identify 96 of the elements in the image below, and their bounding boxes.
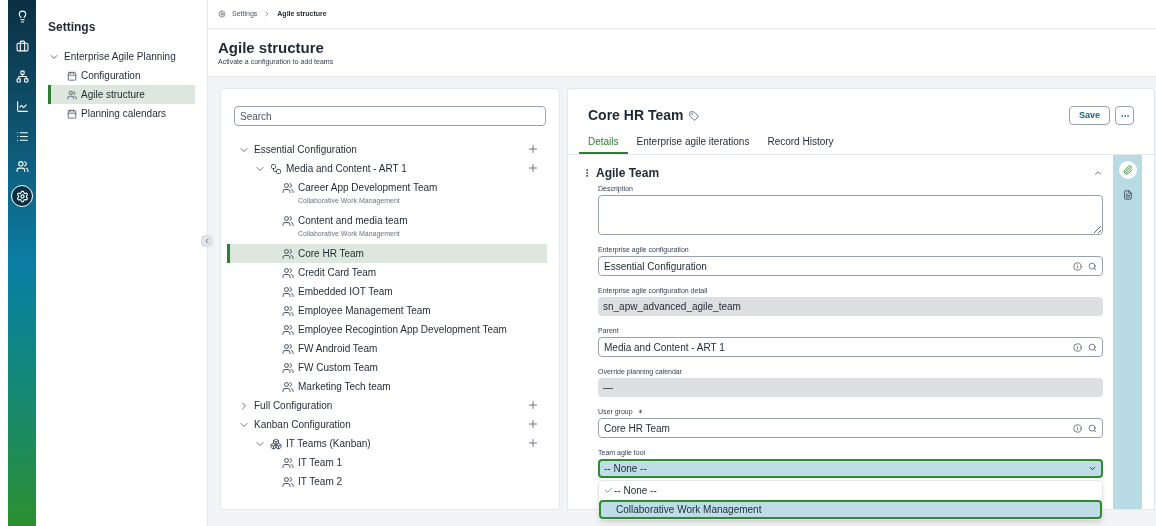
people-icon: [282, 343, 294, 355]
people-icon: [282, 362, 294, 374]
lookup-field[interactable]: Media and Content - ART 1: [598, 337, 1103, 357]
calendar-icon: [67, 108, 77, 119]
tree-row[interactable]: Full Configuration: [227, 396, 547, 415]
save-button[interactable]: Save: [1068, 106, 1110, 125]
sidebar-item[interactable]: Planning calendars: [48, 104, 195, 123]
tree-row[interactable]: Kanban Configuration: [227, 415, 547, 434]
add-icon[interactable]: [527, 162, 539, 174]
people-icon: [282, 305, 294, 317]
tree-label: Embedded IOT Team: [298, 285, 394, 298]
people-icon: [282, 182, 294, 194]
tree-label: IT Team 1: [298, 456, 344, 469]
tree-label: Full Configuration: [254, 399, 334, 412]
info-icon[interactable]: [1073, 423, 1082, 433]
dropdown-option[interactable]: -- None --: [599, 481, 1102, 500]
people-icon: [282, 476, 294, 488]
chevron-up-icon[interactable]: [1093, 168, 1103, 178]
tree-row[interactable]: Embedded IOT Team: [227, 282, 547, 301]
tree-row[interactable]: IT Teams (Kanban): [227, 434, 547, 453]
people-icon: [282, 248, 294, 260]
people-icon: [282, 215, 294, 227]
cube-icon: [270, 438, 282, 450]
people-icon: [282, 381, 294, 393]
tree-label: Content and media team: [298, 214, 409, 227]
field-value: Core HR Team: [604, 421, 671, 436]
tree-row[interactable]: FW Android Team: [227, 339, 547, 358]
tree-label: FW Android Team: [298, 342, 379, 355]
tree-row[interactable]: Core HR Team: [227, 244, 547, 263]
sidebar-item[interactable]: Agile structure: [48, 85, 195, 104]
section-title: Agile Team: [596, 165, 661, 182]
tree-label: FW Custom Team: [298, 361, 379, 374]
people-icon: [282, 324, 294, 336]
more-button[interactable]: [1115, 106, 1134, 125]
tree-label: Core HR Team: [298, 247, 365, 260]
lookup-field[interactable]: Essential Configuration: [598, 256, 1103, 276]
add-icon[interactable]: [527, 399, 539, 411]
people-icon: [282, 457, 294, 469]
info-icon[interactable]: [1073, 261, 1082, 271]
hierarchy-icon: [270, 163, 282, 175]
people-icon: [67, 89, 77, 100]
add-icon[interactable]: [527, 437, 539, 449]
tab[interactable]: Details: [579, 134, 628, 154]
field-value: -- None --: [604, 462, 648, 476]
search-field[interactable]: Search: [234, 106, 546, 126]
tree-label: Career App Development Team: [298, 181, 439, 194]
tree-row[interactable]: Marketing Tech team: [227, 377, 547, 396]
dropdown-option[interactable]: Collaborative Work Management: [599, 500, 1102, 519]
check-icon: [604, 486, 613, 495]
field-value: Media and Content - ART 1: [604, 340, 726, 355]
page-title: Agile structure: [218, 39, 325, 57]
add-icon[interactable]: [527, 143, 539, 155]
tree-row[interactable]: IT Team 1: [227, 453, 547, 472]
tag-icon[interactable]: [689, 110, 700, 121]
tree-label: Kanban Configuration: [254, 418, 352, 431]
paperclip-icon[interactable]: [1118, 161, 1137, 179]
tree-label: Marketing Tech team: [298, 380, 392, 393]
tree-label: Employee Recogintion App Development Team: [298, 323, 508, 336]
tab[interactable]: Record History: [758, 134, 843, 154]
settings-icon[interactable]: [11, 185, 33, 207]
description-field[interactable]: [598, 195, 1103, 235]
lookup-field[interactable]: Core HR Team: [598, 418, 1103, 438]
field-value: sn_apw_advanced_agile_team: [603, 300, 741, 314]
tree-row[interactable]: FW Custom Team: [227, 358, 547, 377]
people-icon: [282, 286, 294, 298]
tree-row[interactable]: Credit Card Team: [227, 263, 547, 282]
sidebar-group[interactable]: Enterprise Agile Planning: [64, 49, 176, 64]
settings-icon: [218, 10, 226, 18]
search-icon[interactable]: [1088, 342, 1097, 352]
field-value: —: [603, 381, 613, 395]
tree-row[interactable]: Media and Content - ART 1: [227, 159, 547, 178]
tree-label: IT Teams (Kanban): [286, 437, 372, 450]
select-field[interactable]: -- None --: [598, 459, 1103, 478]
tree-label: Employee Management Team: [298, 304, 432, 317]
search-icon[interactable]: [1088, 261, 1097, 271]
tree-row[interactable]: IT Team 2: [227, 472, 547, 491]
calendar-icon: [67, 70, 77, 81]
add-icon[interactable]: [527, 418, 539, 430]
info-icon[interactable]: [1073, 342, 1082, 352]
tree-row[interactable]: Employee Recogintion App Development Team: [227, 320, 547, 339]
tree-row[interactable]: Employee Management Team: [227, 301, 547, 320]
search-icon[interactable]: [1088, 423, 1097, 433]
record-title: Core HR Team: [588, 106, 684, 125]
field-value: Essential Configuration: [604, 259, 708, 274]
tree-label: Media and Content - ART 1: [286, 162, 408, 175]
people-icon: [282, 267, 294, 279]
tab[interactable]: Enterprise agile iterations: [627, 134, 759, 154]
collapse-button[interactable]: [201, 235, 213, 247]
tree-label: IT Team 2: [298, 475, 344, 488]
tree-label: Essential Configuration: [254, 143, 358, 156]
tree-row[interactable]: Essential Configuration: [227, 140, 547, 159]
caret-icon: [1088, 464, 1097, 473]
sidebar-item[interactable]: Configuration: [48, 66, 195, 85]
sidebar-title: Settings: [47, 19, 97, 36]
chevron-left-icon: [203, 237, 211, 245]
tree-label: Credit Card Team: [298, 266, 378, 279]
